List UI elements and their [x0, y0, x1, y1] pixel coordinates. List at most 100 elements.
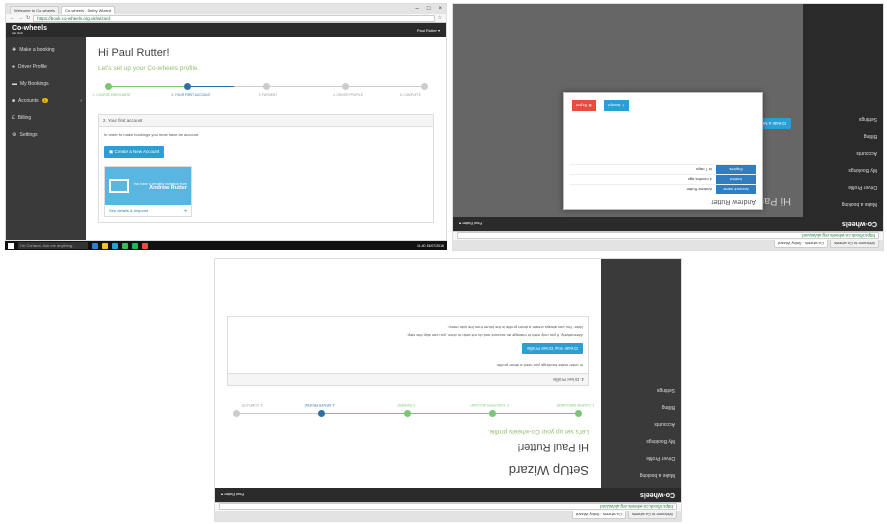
create-account-button[interactable]: ▣ Create a New Account	[104, 146, 165, 158]
step-dot-3[interactable]	[263, 83, 270, 90]
arrow-circle-icon: ➜	[183, 208, 187, 213]
sidebar-item-billing[interactable]: Billing	[803, 128, 883, 145]
browser-tab-active[interactable]: Co-wheels - Selby Wizard	[773, 240, 828, 248]
sidebar-item-driver-profile[interactable]: Driver Profile	[803, 179, 883, 196]
user-icon: ●	[12, 63, 16, 70]
cortana-search[interactable]: I'm Cortana. Ask me anything.	[18, 242, 88, 249]
page-heading: Hi Paul Rutter!	[98, 47, 170, 59]
chrome-icon[interactable]	[122, 242, 128, 249]
sidebar-item-driver-profile[interactable]: ● Driver Profile	[6, 58, 86, 75]
wizard-title: SetUp Wizard	[508, 463, 589, 478]
envelope-icon	[109, 179, 129, 193]
explorer-icon[interactable]	[102, 242, 108, 249]
sidebar-item-my-bookings[interactable]: ▬ My Bookings	[6, 75, 86, 92]
invitation-card[interactable]: You have a pending invitation from Andrew…	[104, 166, 192, 217]
invitation-modal: Andrew Rutter Account name Andrew Rutter …	[563, 92, 763, 210]
sidebar-item-make-booking[interactable]: ✚ Make a booking	[6, 41, 86, 58]
briefcase-icon: ■	[12, 97, 16, 104]
driver-profile-panel: 4. Driver Profile In order make bookings…	[227, 316, 589, 386]
sidebar-item-accounts[interactable]: Accounts	[601, 416, 681, 433]
sidebar-item-make-booking[interactable]: Make a booking	[803, 196, 883, 213]
minimize-button[interactable]: –	[416, 6, 419, 12]
step-dot-5[interactable]	[421, 83, 428, 90]
windows-start-icon[interactable]	[8, 242, 14, 249]
page-subheading: Let's set up your Co-wheels profile.	[487, 428, 589, 435]
create-driver-profile-button[interactable]: Create Your Driver Profile	[521, 343, 583, 354]
spotify-icon[interactable]	[132, 242, 138, 249]
url-field[interactable]: https://book.co-wheels.org.uk/wizard	[219, 503, 677, 511]
plus-icon: ✚	[12, 46, 17, 53]
reload-icon[interactable]: ↻	[26, 15, 30, 21]
main-content-3: SetUp Wizard Hi Paul Rutter! Let's set u…	[215, 259, 601, 488]
step-dot-3[interactable]	[404, 410, 411, 417]
browser-tab-active[interactable]: Co-wheels - Selby Wizard	[571, 511, 626, 519]
sidebar-item-settings[interactable]: Settings	[803, 111, 883, 128]
sidebar-item-billing[interactable]: £ Billing	[6, 109, 86, 126]
close-button[interactable]: ×	[438, 6, 442, 12]
user-menu[interactable]: Paul Rutter ▾	[459, 222, 482, 227]
panel-title: 4. Driver Profile	[228, 373, 588, 385]
browser-tabstrip-2: Welcome to Co-wheels Co-wheels - Selby W…	[453, 240, 883, 250]
windows-taskbar: I'm Cortana. Ask me anything. 11:40 15/0…	[5, 241, 447, 250]
detail-row: Account name Andrew Rutter	[570, 184, 756, 194]
sidebar-item-accounts[interactable]: ■ Accounts 1 ‹	[6, 92, 86, 109]
page-subheading: Let's set up your Co-wheels profile.	[98, 65, 200, 72]
co-wheels-logo[interactable]: Co-wheels	[640, 492, 675, 499]
wizard-steps: 1. COURSE ENROLMENT 2. YOUR FIRST ACCOUN…	[93, 82, 428, 104]
url-field[interactable]: https://book.co-wheels.org.uk/wizard	[33, 14, 435, 22]
panel-text: In order make bookings you need a driver…	[496, 363, 583, 368]
step-dot-5[interactable]	[233, 410, 240, 417]
modal-title: Andrew Rutter	[711, 198, 756, 205]
step-dot-4[interactable]	[318, 410, 326, 417]
store-icon[interactable]	[112, 242, 118, 249]
skip-note: Alternatively, if you only wish to manag…	[406, 333, 583, 338]
address-bar: ← → ↻ https://book.co-wheels.org.uk/wiza…	[6, 14, 446, 23]
browser-tab-active[interactable]: Co-wheels - Selby Wizard	[61, 6, 116, 14]
co-wheels-logo[interactable]: Co-wheels	[842, 221, 877, 228]
step-dot-4[interactable]	[342, 83, 349, 90]
address-bar-2: https://book.co-wheels.org.uk/wizard	[453, 231, 883, 240]
browser-tab[interactable]: Welcome to Co-wheels	[627, 511, 677, 519]
accounts-badge: 1	[41, 98, 48, 103]
sidebar-item-make-booking[interactable]: Make a booking	[601, 467, 681, 484]
sidebar-item-accounts[interactable]: Accounts	[803, 145, 883, 162]
reject-button[interactable]: ⊗ Reject	[572, 100, 596, 111]
app-topbar-3: Co-wheels Paul Rutter ▾	[215, 488, 681, 502]
sidebar-item-settings[interactable]: Settings	[601, 382, 681, 399]
browser-tab[interactable]: Welcome to Co-wheels	[10, 6, 60, 14]
star-icon[interactable]: ☆	[438, 15, 442, 21]
detail-row: Expires in 7 days	[570, 164, 756, 174]
sidebar-item-my-bookings[interactable]: My Bookings	[803, 162, 883, 179]
back-icon[interactable]: ←	[10, 15, 15, 21]
step-dot-2[interactable]	[184, 83, 191, 90]
first-account-panel: 2. Your first account In order to make b…	[98, 114, 434, 223]
sidebar-2: Make a booking Driver Profile My Booking…	[803, 4, 883, 217]
app-icon[interactable]	[142, 242, 148, 249]
edge-icon[interactable]	[92, 242, 98, 249]
app-topbar-2: Co-wheels Paul Rutter ▾	[453, 217, 883, 231]
window-controls: – □ ×	[416, 6, 446, 12]
screenshot-invitation-modal: Welcome to Co-wheels Co-wheels - Selby W…	[452, 3, 884, 251]
co-wheels-logo[interactable]: Co-wheels car club	[12, 25, 47, 35]
sidebar-item-my-bookings[interactable]: My Bookings	[601, 433, 681, 450]
step-label-2: 2. YOUR FIRST ACCOUNT	[171, 93, 211, 97]
invite-link[interactable]: See details & respond	[109, 208, 148, 213]
step-dot-1[interactable]	[105, 83, 112, 90]
browser-tab[interactable]: Welcome to Co-wheels	[829, 240, 879, 248]
accept-button[interactable]: ✓ Accept	[604, 100, 629, 111]
step-dot-2[interactable]	[489, 410, 497, 417]
sidebar-item-billing[interactable]: Billing	[601, 399, 681, 416]
url-field[interactable]: https://book.co-wheels.org.uk/wizard	[457, 232, 879, 240]
user-menu[interactable]: Paul Rutter ▾	[221, 493, 244, 498]
maximize-button[interactable]: □	[427, 6, 431, 12]
step-label-1: 1. COURSE ENROLMENT	[92, 93, 131, 97]
step-dot-1[interactable]	[575, 410, 582, 417]
user-menu[interactable]: Paul Rutter ▾	[417, 28, 440, 33]
sidebar-item-settings[interactable]: ⚙ Settings	[6, 126, 86, 143]
wizard-steps-3: 1. COURSE ENROLMENT 2. YOUR FIRST ACCOUN…	[233, 396, 594, 418]
invite-name: Andrew Rutter	[149, 185, 187, 191]
browser-tabstrip: Welcome to Co-wheels Co-wheels - Selby W…	[6, 4, 446, 14]
screenshot-wizard-step4: Welcome to Co-wheels Co-wheels - Selby W…	[214, 258, 682, 522]
forward-icon[interactable]: →	[18, 15, 23, 21]
sidebar-item-driver-profile[interactable]: Driver Profile	[601, 450, 681, 467]
